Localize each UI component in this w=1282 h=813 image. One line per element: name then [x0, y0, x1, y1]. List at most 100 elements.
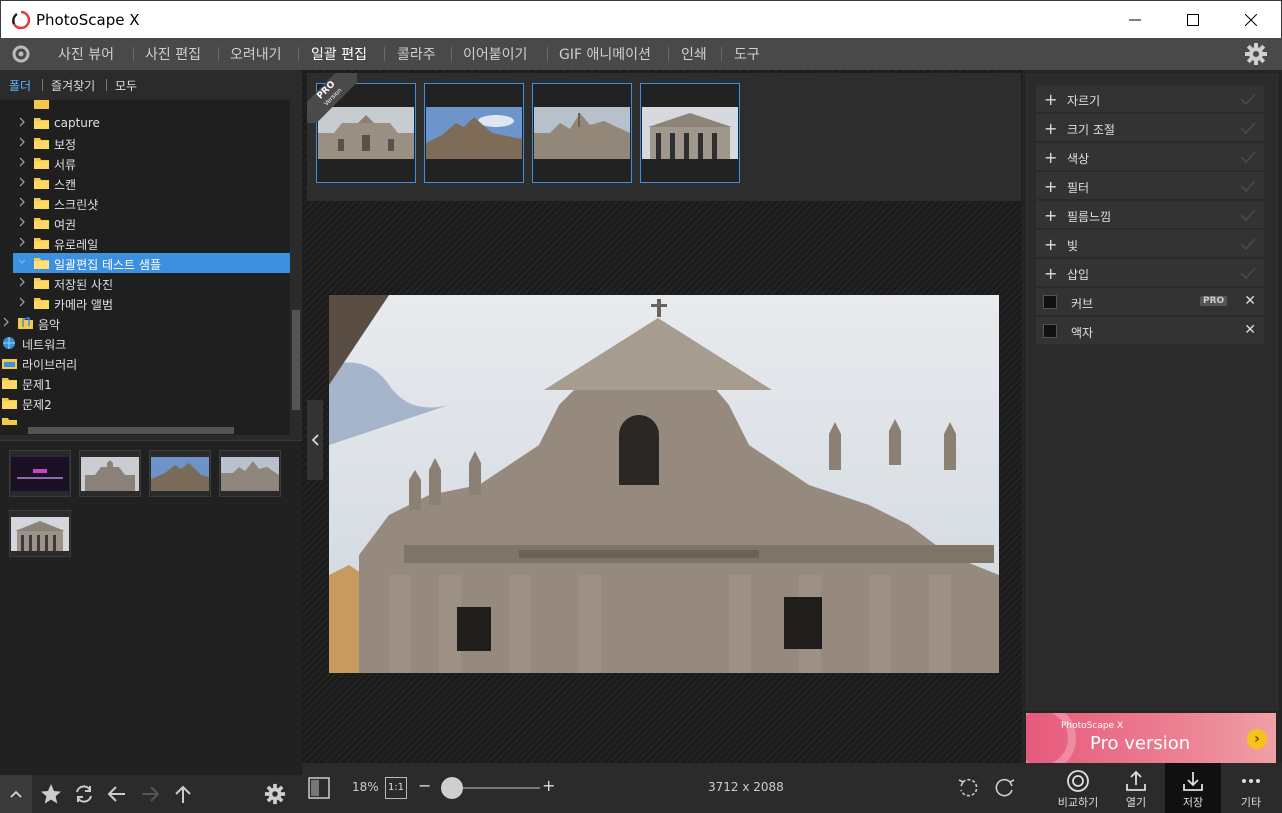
chevron-right-icon[interactable]	[18, 197, 26, 207]
refresh-button[interactable]	[73, 783, 95, 805]
batch-thumbnail[interactable]	[640, 83, 740, 183]
batch-thumbnail[interactable]	[532, 83, 632, 183]
thumbnail[interactable]	[9, 510, 71, 557]
tree-row[interactable]: 문제2	[0, 393, 290, 413]
menu-collage[interactable]: 콜라주	[397, 44, 436, 64]
chevron-down-icon[interactable]	[18, 257, 26, 267]
remove-x-icon[interactable]: ✕	[1244, 293, 1256, 309]
more-button[interactable]: 기타	[1223, 763, 1279, 813]
plus-icon[interactable]: +	[1044, 206, 1057, 225]
tree-label: 일괄편집 테스트 샘플	[54, 258, 161, 272]
collapse-left-panel-button[interactable]	[307, 400, 323, 480]
menu-tools[interactable]: 도구	[734, 44, 760, 64]
folder-icon	[34, 218, 49, 229]
tool-frame[interactable]: 액자 ✕	[1036, 317, 1264, 345]
remove-x-icon[interactable]: ✕	[1244, 322, 1256, 338]
rotate-left-icon[interactable]	[957, 777, 979, 799]
plus-icon[interactable]: +	[1044, 235, 1057, 254]
menu-photo-viewer[interactable]: 사진 뷰어	[58, 44, 114, 64]
compare-button[interactable]: 비교하기	[1050, 763, 1106, 813]
up-button[interactable]	[172, 783, 194, 805]
chevron-right-icon[interactable]	[18, 137, 26, 147]
tab-all[interactable]: 모두	[115, 77, 137, 94]
menu-cut-out[interactable]: 오려내기	[230, 44, 282, 64]
tool-insert[interactable]: + 삽입	[1036, 259, 1264, 287]
tool-label: 커브	[1071, 297, 1094, 311]
tree-row[interactable]: 유로레일	[0, 233, 290, 253]
menu-gif-animation[interactable]: GIF 애니메이션	[559, 44, 651, 64]
thumbnail[interactable]	[79, 450, 141, 497]
open-button[interactable]: 열기	[1108, 763, 1164, 813]
tree-row[interactable]: 카메라 앨범	[0, 293, 290, 313]
app-menu-icon[interactable]	[10, 44, 32, 64]
chevron-right-icon[interactable]	[2, 317, 10, 327]
tree-row[interactable]: 라이브러리	[0, 353, 290, 373]
back-button[interactable]	[106, 783, 128, 805]
plus-icon[interactable]: +	[1044, 90, 1057, 109]
tool-filter[interactable]: + 필터	[1036, 172, 1264, 200]
menu-combine[interactable]: 이어붙이기	[463, 44, 527, 64]
tool-curves[interactable]: 커브 PRO ✕	[1036, 288, 1264, 316]
tool-crop[interactable]: + 자르기	[1036, 85, 1264, 113]
thumbnail[interactable]	[149, 450, 211, 497]
actual-size-button[interactable]: 1:1	[385, 777, 407, 799]
plus-icon[interactable]: +	[1044, 264, 1057, 283]
tool-light[interactable]: + 빛	[1036, 230, 1264, 258]
tab-folders[interactable]: 폴더	[9, 77, 31, 94]
tree-horizontal-scrollbar[interactable]	[0, 425, 290, 435]
tool-resize[interactable]: + 크기 조절	[1036, 114, 1264, 142]
chevron-right-icon[interactable]	[18, 277, 26, 287]
settings-gear-icon[interactable]	[1244, 42, 1268, 66]
zoom-out-button[interactable]: −	[418, 776, 431, 795]
chevron-right-icon[interactable]	[18, 297, 26, 307]
minimize-button[interactable]	[1106, 1, 1164, 38]
tree-row[interactable]: 저장된 사진	[0, 273, 290, 293]
rotate-right-icon[interactable]	[994, 777, 1016, 799]
tree-row[interactable]: capture	[0, 113, 290, 133]
chevron-right-icon[interactable]	[18, 157, 26, 167]
tree-row[interactable]: 여권	[0, 213, 290, 233]
favorite-button[interactable]	[40, 783, 62, 805]
tree-row-selected[interactable]: 일괄편집 테스트 샘플	[13, 253, 290, 273]
tree-row[interactable]: 문제1	[0, 373, 290, 393]
folder-settings-button[interactable]	[264, 783, 286, 805]
tool-film[interactable]: + 필름느낌	[1036, 201, 1264, 229]
zoom-in-button[interactable]: +	[542, 776, 555, 795]
curves-checkbox[interactable]	[1043, 295, 1057, 309]
forward-button[interactable]	[139, 783, 161, 805]
chevron-right-icon[interactable]	[18, 177, 26, 187]
thumbnail-image	[221, 456, 279, 491]
pro-version-banner[interactable]: PhotoScape X Pro version ›	[1026, 713, 1276, 765]
chevron-right-icon[interactable]	[18, 117, 26, 127]
tree-row[interactable]: 스크린샷	[0, 193, 290, 213]
tree-row[interactable]: 스캔	[0, 173, 290, 193]
fit-view-icon[interactable]	[308, 777, 330, 799]
plus-icon[interactable]: +	[1044, 177, 1057, 196]
batch-thumbnail[interactable]	[424, 83, 524, 183]
menu-batch-editor[interactable]: 일괄 편집	[311, 44, 367, 64]
frame-checkbox[interactable]	[1043, 324, 1057, 338]
tab-favorites[interactable]: 즐겨찾기	[51, 77, 95, 94]
menu-photo-editor[interactable]: 사진 편집	[145, 44, 201, 64]
plus-icon[interactable]: +	[1044, 148, 1057, 167]
scrollbar-thumb[interactable]	[28, 427, 234, 434]
tree-row[interactable]: 보정	[0, 133, 290, 153]
save-button[interactable]: 저장	[1165, 763, 1221, 813]
plus-icon[interactable]: +	[1044, 119, 1057, 138]
tree-vertical-scrollbar[interactable]	[290, 100, 302, 430]
maximize-button[interactable]	[1164, 1, 1222, 38]
close-button[interactable]	[1222, 1, 1280, 38]
chevron-right-icon[interactable]	[18, 217, 26, 227]
chevron-right-icon[interactable]	[18, 237, 26, 247]
thumbnail[interactable]	[219, 450, 281, 497]
tool-color[interactable]: + 색상	[1036, 143, 1264, 171]
collapse-panel-button[interactable]	[0, 775, 32, 813]
banner-arrow-icon[interactable]: ›	[1247, 729, 1267, 749]
scrollbar-thumb[interactable]	[292, 310, 300, 410]
tree-row[interactable]: 네트워크	[0, 333, 290, 353]
tree-row[interactable]: 서류	[0, 153, 290, 173]
zoom-slider-knob[interactable]	[441, 777, 463, 799]
menu-print[interactable]: 인쇄	[681, 44, 707, 64]
tree-row[interactable]: 음악	[0, 313, 290, 333]
thumbnail[interactable]	[9, 450, 71, 497]
